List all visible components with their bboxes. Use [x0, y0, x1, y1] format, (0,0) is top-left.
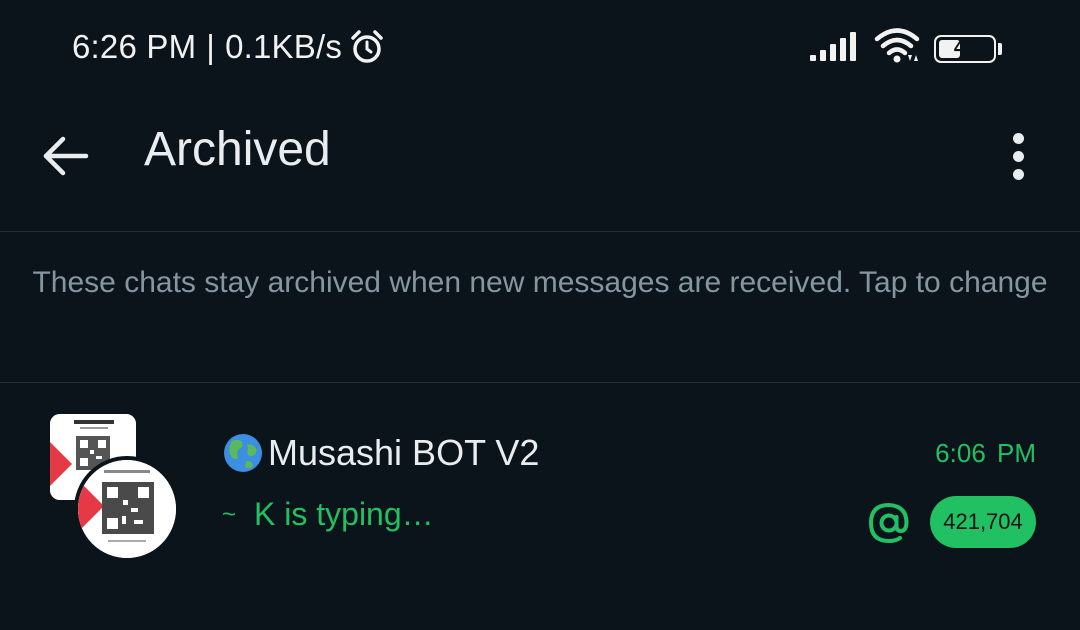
network-speed: 0.1KB/s [225, 28, 343, 65]
status-left: 6:26 PM | 0.1KB/s [72, 24, 386, 70]
battery-level: 41 [953, 37, 977, 59]
chat-timestamp: 6:06 PM [935, 438, 1036, 468]
chat-row[interactable]: Musashi BOT V2 ~ K is typing… 6:06 PM 42… [0, 384, 1080, 584]
more-options-button[interactable] [994, 126, 1042, 186]
more-vertical-icon-dot [1012, 150, 1024, 162]
more-vertical-icon-dot [1012, 168, 1024, 180]
preview-prefix: ~ [222, 500, 237, 528]
wifi-icon [874, 28, 920, 69]
status-bar: 6:26 PM | 0.1KB/s 41 [0, 0, 1080, 96]
chat-preview: ~ K is typing… [222, 496, 434, 533]
back-button[interactable] [36, 126, 96, 186]
chat-name: Musashi BOT V2 [222, 432, 539, 474]
alarm-clock-icon [348, 28, 386, 66]
group-avatar[interactable] [48, 414, 180, 562]
banner-divider [0, 382, 1080, 383]
status-separator: | [206, 28, 216, 65]
status-time: 6:26 PM [72, 28, 197, 65]
typing-indicator: K is typing… [254, 496, 434, 532]
cell-signal-icon [810, 31, 860, 66]
archived-chats-screen: 6:26 PM | 0.1KB/s 41 Archived These chat… [0, 0, 1080, 630]
more-vertical-icon-dot [1012, 132, 1024, 144]
avatar-primary [74, 456, 180, 562]
app-bar: Archived [0, 96, 1080, 208]
globe-icon [222, 432, 264, 474]
chat-name-text: Musashi BOT V2 [268, 432, 540, 473]
battery-indicator: 41 [934, 34, 996, 63]
arrow-back-icon [43, 136, 89, 176]
archive-settings-banner[interactable]: These chats stay archived when new messa… [30, 262, 1050, 304]
header-divider [0, 231, 1080, 232]
status-right: 41 [810, 28, 1002, 69]
unread-count-badge: 421,704 [930, 496, 1036, 548]
battery-tip [998, 42, 1002, 55]
at-mention-icon [866, 500, 912, 546]
page-title: Archived [144, 123, 331, 176]
